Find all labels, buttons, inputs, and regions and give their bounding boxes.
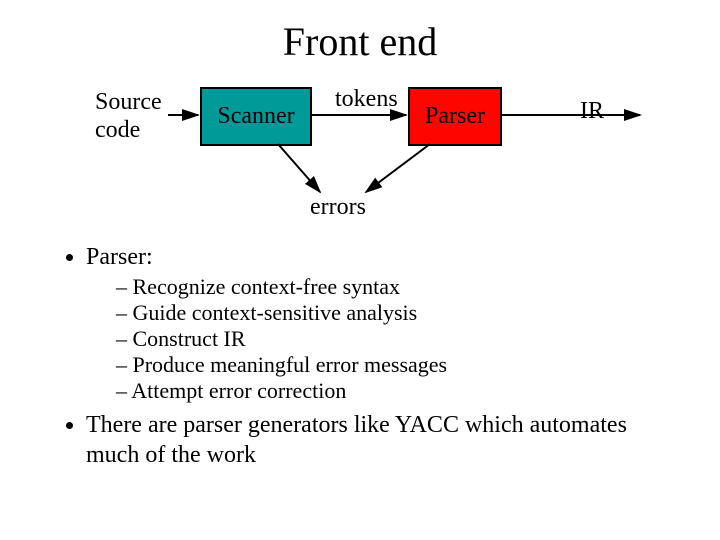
content-block: Parser: Recognize context-free syntax Gu… — [58, 242, 680, 470]
parser-sublist: Recognize context-free syntax Guide cont… — [86, 274, 680, 404]
parser-heading: Parser: — [86, 242, 680, 272]
note-line: There are parser generators like YACC wh… — [86, 410, 680, 470]
list-item: Construct IR — [116, 326, 680, 352]
list-item: Attempt error correction — [116, 378, 680, 404]
list-item: Guide context-sensitive analysis — [116, 300, 680, 326]
list-item: Produce meaningful error messages — [116, 352, 680, 378]
list-item: Recognize context-free syntax — [116, 274, 680, 300]
